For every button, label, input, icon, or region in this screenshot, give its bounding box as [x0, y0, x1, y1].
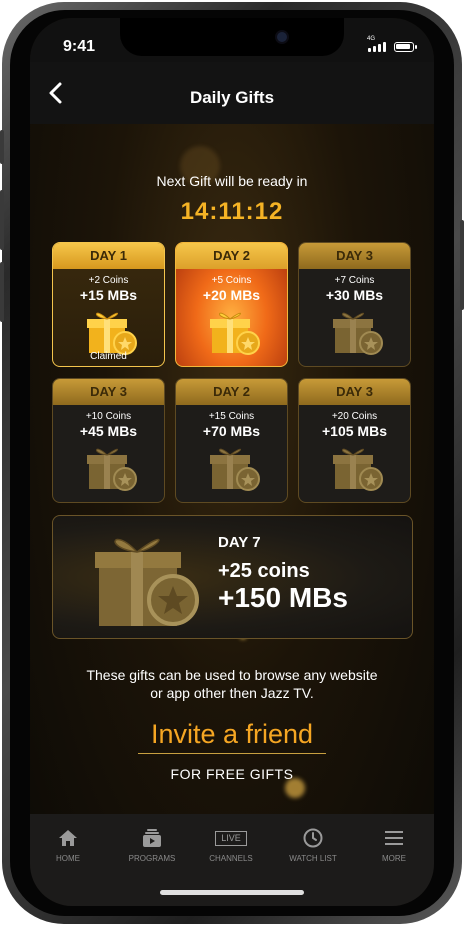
gift-day-label: DAY 1: [53, 243, 164, 269]
gift-mbs: +15 MBs: [79, 287, 138, 303]
mute-switch: [0, 130, 4, 164]
gift-box-icon: [210, 448, 260, 491]
notch: [120, 18, 344, 56]
invite-friend-link[interactable]: Invite a friend: [30, 719, 434, 750]
free-gifts-label: FOR FREE GIFTS: [170, 766, 294, 782]
gift-card-day-3[interactable]: DAY 3 +7 Coins +30 MBs: [298, 242, 411, 367]
power-button: [460, 220, 464, 310]
gifts-note: These gifts can be used to browse any we…: [86, 667, 378, 701]
live-badge: LIVE: [221, 832, 241, 843]
grand-gift-card[interactable]: DAY 7 +25 coins +150 MBs: [52, 515, 413, 639]
clock-icon: [303, 828, 323, 848]
gift-day-label: DAY 3: [299, 379, 410, 405]
nav-label: CHANNELS: [209, 854, 253, 863]
gift-card-day-6[interactable]: DAY 3 +20 Coins +105 MBs: [298, 378, 411, 503]
page-title: Daily Gifts: [189, 88, 275, 107]
gift-card-day-5[interactable]: DAY 2 +15 Coins +70 MBs: [175, 378, 288, 503]
volume-up-button: [0, 190, 4, 250]
gift-box-icon: [210, 312, 260, 355]
gift-mbs: +105 MBs: [322, 423, 387, 439]
grand-gift-day: DAY 7: [218, 534, 261, 551]
gift-box-icon: [333, 448, 383, 491]
front-camera: [275, 30, 289, 44]
gift-coins: +5 Coins: [211, 275, 252, 286]
gift-coins: +7 Coins: [334, 275, 375, 286]
gift-mbs: +70 MBs: [202, 423, 261, 439]
home-icon: [59, 830, 77, 846]
gift-day-label: DAY 3: [53, 379, 164, 405]
battery-icon: [394, 42, 414, 52]
nav-more[interactable]: MORE: [354, 826, 434, 863]
next-gift-label: Next Gift will be ready in: [156, 173, 308, 189]
gift-day-label: DAY 3: [299, 243, 410, 269]
nav-label: MORE: [382, 854, 406, 863]
programs-icon: [143, 829, 161, 847]
status-time: 9:41: [63, 38, 96, 55]
gift-coins: +20 Coins: [331, 411, 378, 422]
menu-icon: [385, 831, 403, 845]
gift-day-label: DAY 2: [176, 243, 287, 269]
gift-box-icon: [87, 312, 137, 355]
nav-channels[interactable]: LIVE CHANNELS: [191, 826, 271, 863]
grand-gift-mbs: +150 MBs: [218, 582, 348, 613]
live-icon: LIVE: [215, 830, 247, 846]
signal-icon: [368, 42, 386, 52]
nav-watch-list[interactable]: WATCH LIST: [273, 826, 353, 863]
screen: 9:41 4G Daily Gifts Next Gift will be re…: [30, 18, 434, 906]
gift-coins: +10 Coins: [85, 411, 132, 422]
claimed-label: Claimed: [90, 351, 127, 362]
gift-mbs: +20 MBs: [202, 287, 261, 303]
grand-gift-coins: +25 coins: [218, 560, 310, 582]
gift-coins: +15 Coins: [208, 411, 255, 422]
gift-card-day-1[interactable]: DAY 1 +2 Coins +15 MBs Claimed: [52, 242, 165, 367]
countdown-timer: 14:11:12: [180, 198, 284, 225]
nav-label: HOME: [56, 854, 80, 863]
invite-underline: [138, 753, 326, 754]
gift-coins: +2 Coins: [88, 275, 129, 286]
large-gift-box-icon: [95, 538, 199, 626]
gift-box-icon: [333, 312, 383, 355]
battery-tip: [415, 45, 417, 49]
nav-programs[interactable]: PROGRAMS: [112, 826, 192, 863]
nav-label: WATCH LIST: [289, 854, 337, 863]
gift-mbs: +30 MBs: [325, 287, 384, 303]
gift-card-day-2[interactable]: DAY 2 +5 Coins +20 MBs: [175, 242, 288, 367]
nav-label: PROGRAMS: [128, 854, 176, 863]
volume-down-button: [0, 262, 4, 322]
gift-day-label: DAY 2: [176, 379, 287, 405]
nav-home[interactable]: HOME: [30, 826, 108, 863]
gift-mbs: +45 MBs: [79, 423, 138, 439]
gift-card-day-4[interactable]: DAY 3 +10 Coins +45 MBs: [52, 378, 165, 503]
gift-box-icon: [87, 448, 137, 491]
home-indicator[interactable]: [160, 890, 304, 895]
